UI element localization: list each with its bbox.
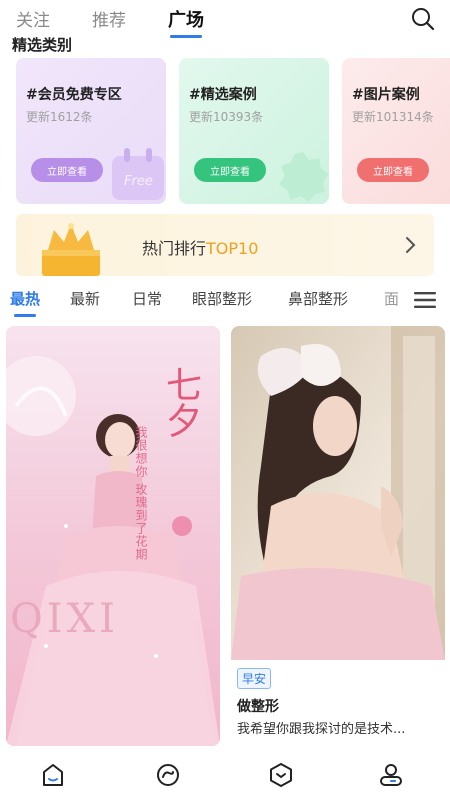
tab-nose-surgery[interactable]: 鼻部整形 <box>288 288 348 309</box>
nav-discover[interactable] <box>153 760 183 790</box>
tab-square[interactable]: 广场 <box>168 6 204 38</box>
section-title: 精选类别 <box>12 36 73 54</box>
calendar-free-icon: Free <box>108 146 166 202</box>
post-english-title: QIXI <box>10 596 119 642</box>
card-title: #会员免费专区 <box>26 87 122 103</box>
profile-icon <box>380 764 402 786</box>
nav-profile[interactable] <box>376 760 406 790</box>
free-label: Free <box>124 174 153 189</box>
home-icon <box>43 764 63 786</box>
banner-text: 热门排行TOP10 <box>142 235 258 259</box>
feed-tabs: 最热 最新 日常 眼部整形 鼻部整形 面 <box>0 284 450 318</box>
card-image-cases[interactable]: #图片案例 更新101314条 立即查看 <box>342 58 450 204</box>
cube-icon <box>270 763 292 787</box>
tab-eye-surgery[interactable]: 眼部整形 <box>192 288 252 309</box>
view-now-button[interactable]: 立即查看 <box>194 158 266 182</box>
view-now-button[interactable]: 立即查看 <box>357 158 429 182</box>
post-subheading: 我很想你 玫瑰到了花期 <box>134 426 148 561</box>
menu-button[interactable] <box>414 292 436 308</box>
crown-icon <box>26 220 116 276</box>
post-heading: 七夕 <box>160 366 201 438</box>
menu-icon <box>414 292 436 308</box>
nav-home[interactable] <box>38 760 68 790</box>
tab-face[interactable]: 面 <box>384 288 398 309</box>
post-card-left[interactable]: 七夕 我很想你 玫瑰到了花期 QIXI <box>6 326 220 746</box>
post-card-right[interactable]: 早安 做整形 我希望你跟我探讨的是技术... <box>231 326 445 746</box>
nav-cube[interactable] <box>266 760 296 790</box>
post-image-portrait <box>231 326 445 660</box>
tab-recommend[interactable]: 推荐 <box>92 6 126 31</box>
view-now-button[interactable]: 立即查看 <box>31 158 103 182</box>
card-title: #图片案例 <box>352 87 420 103</box>
post-badge: 早安 <box>237 668 272 689</box>
banner-accent: TOP10 <box>206 239 259 258</box>
tab-follow[interactable]: 关注 <box>16 6 50 31</box>
top-nav: 关注 推荐 广场 <box>0 0 450 38</box>
card-member-free[interactable]: Free #会员免费专区 更新1612条 立即查看 <box>16 58 166 204</box>
discover-icon <box>157 764 179 786</box>
card-subtitle: 更新10393条 <box>189 110 264 124</box>
tab-daily[interactable]: 日常 <box>132 288 162 309</box>
search-button[interactable] <box>410 6 436 32</box>
post-title: 做整形 <box>237 699 279 715</box>
card-subtitle: 更新1612条 <box>26 110 93 124</box>
search-icon <box>412 8 435 31</box>
card-featured-cases[interactable]: #精选案例 更新10393条 立即查看 <box>179 58 329 204</box>
card-subtitle: 更新101314条 <box>352 110 434 124</box>
tab-hottest[interactable]: 最热 <box>10 288 40 317</box>
tab-latest[interactable]: 最新 <box>70 288 100 309</box>
banner-label: 热门排行 <box>142 239 207 258</box>
hot-ranking-banner[interactable]: 热门排行TOP10 <box>16 214 434 276</box>
card-title: #精选案例 <box>189 87 257 103</box>
badge-shape-icon <box>275 148 329 204</box>
chevron-right-icon <box>404 236 416 254</box>
post-description: 我希望你跟我探讨的是技术... <box>237 722 406 737</box>
bottom-nav <box>0 748 450 800</box>
category-cards: Free #会员免费专区 更新1612条 立即查看 #精选案例 更新10393条… <box>16 58 450 204</box>
